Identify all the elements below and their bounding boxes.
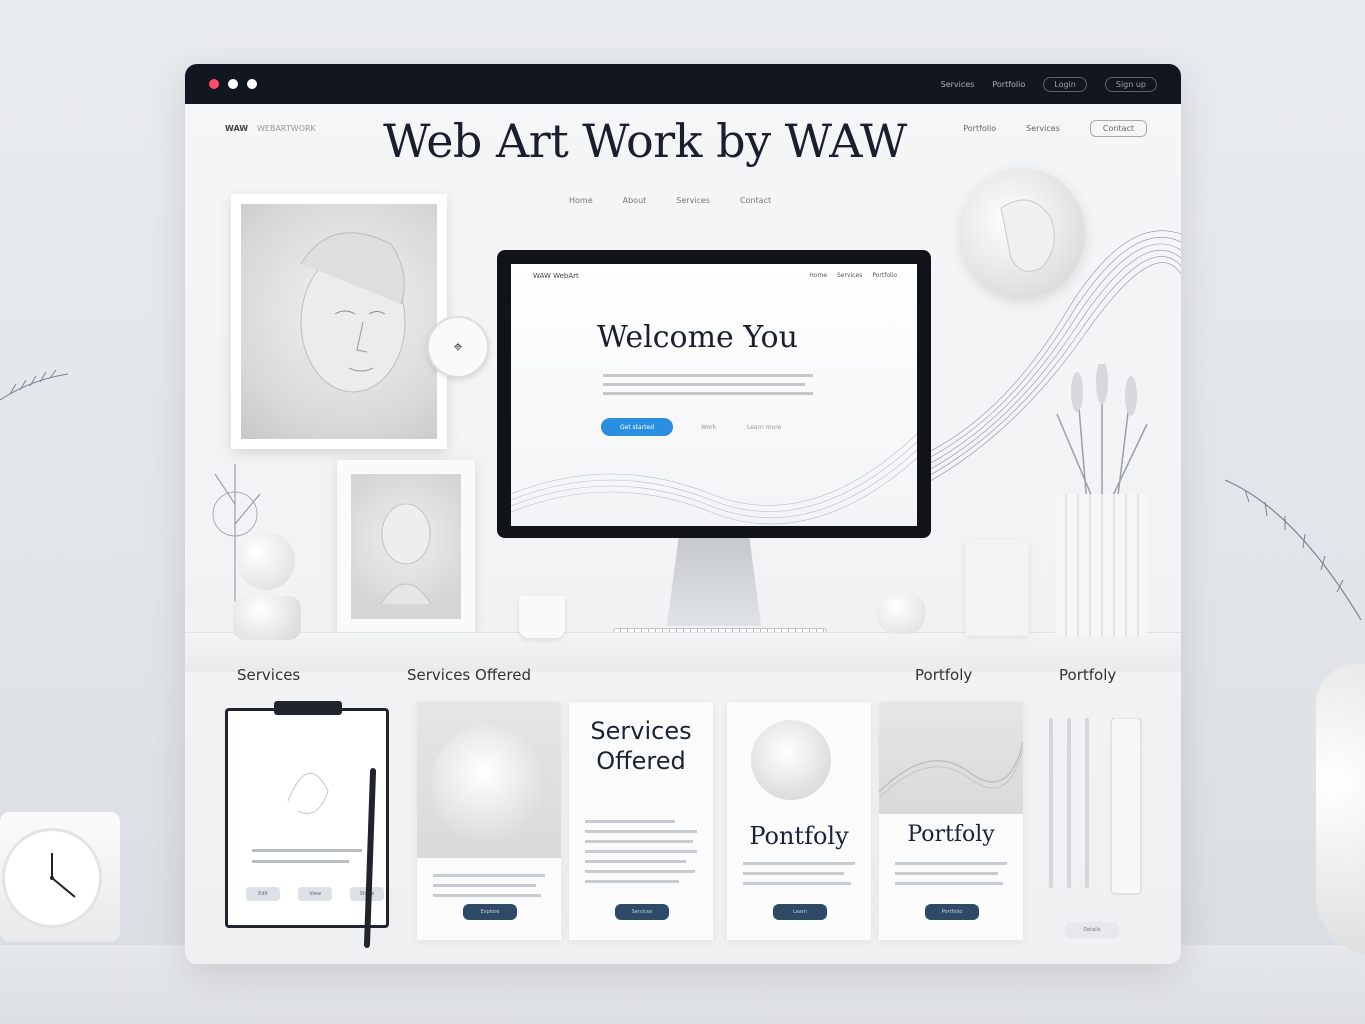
titlebar-link-portfolio[interactable]: Portfolio: [992, 80, 1025, 89]
screen-nav-portfolio[interactable]: Portfolio: [872, 272, 897, 279]
monitor-stand: [666, 538, 762, 626]
header-nav: Portfolio Services Contact: [963, 120, 1147, 137]
site-logo-subtitle: WEBARTWORK: [257, 124, 316, 133]
screen-logo[interactable]: WAW WebArt: [533, 272, 579, 280]
nav-item-portfolio[interactable]: Portfolio: [963, 124, 996, 133]
section-label-portfolio: Portfoly: [915, 666, 973, 684]
card-image: [417, 702, 561, 858]
card-learn-button[interactable]: Learn: [773, 904, 827, 920]
signup-button[interactable]: Sign up: [1104, 76, 1157, 92]
fern-left-icon: [0, 369, 69, 401]
card-services-offered: Services Offered Services: [569, 702, 713, 940]
desk-tools-icon: [1049, 718, 1142, 895]
card-title-portfolio-2: Portfoly: [907, 822, 995, 847]
minimize-dot[interactable]: [228, 79, 238, 89]
card-wave-icon: [878, 741, 1024, 799]
sphere-sculpture: [237, 532, 295, 590]
sculpture-base: [233, 596, 301, 640]
card-sphere: [751, 720, 831, 800]
card-text: [585, 820, 697, 890]
subnav-contact[interactable]: Contact: [740, 196, 771, 205]
details-button[interactable]: Details: [1065, 922, 1119, 938]
card-text: [433, 874, 545, 904]
statue-bust-icon: [380, 503, 432, 605]
speaker-box: [965, 540, 1029, 636]
sketch-icon: [287, 772, 329, 814]
clipboard-text: [252, 849, 362, 871]
card-services-button[interactable]: Services: [615, 904, 669, 920]
section-label-portfolio-2: Portfoly: [1059, 666, 1117, 684]
section-label-services: Services: [237, 666, 301, 684]
section-label-services-offered: Services Offered: [407, 666, 531, 684]
browser-window: Services Portfolio Login Sign up WAW WEB…: [185, 64, 1181, 964]
sculpture-frame-small: [337, 460, 475, 633]
clipboard-clip: [274, 701, 342, 715]
nav-item-services[interactable]: Services: [1026, 124, 1060, 133]
site-logo[interactable]: WAW: [225, 124, 248, 133]
ribbed-vase: [1055, 494, 1147, 636]
desk-shelf: [185, 632, 1181, 672]
zoom-lens-icon[interactable]: ⌖: [427, 316, 489, 378]
titlebar-link-services[interactable]: Services: [941, 80, 975, 89]
card-image: [878, 702, 1024, 814]
welcome-paragraph: [603, 374, 813, 401]
card-sculpture: Explore: [417, 702, 561, 940]
card-explore-button[interactable]: Explore: [463, 904, 517, 920]
fern-right-icon: [1224, 479, 1362, 621]
clock-face: [2, 828, 102, 928]
subnav-services[interactable]: Services: [676, 196, 710, 205]
clipboard-edit-button[interactable]: Edit: [246, 887, 280, 901]
subnav-about[interactable]: About: [623, 196, 647, 205]
screen-wave-decoration: [511, 433, 917, 525]
ceramic-vase: [1316, 664, 1365, 956]
screen-nav-services[interactable]: Services: [837, 272, 862, 279]
subnav-home[interactable]: Home: [569, 196, 593, 205]
screen-nav: Home Services Portfolio: [809, 272, 897, 279]
welcome-heading: Welcome You: [597, 320, 798, 355]
card-portfolio-1: Pontfoly Learn: [727, 702, 871, 940]
close-dot[interactable]: [209, 79, 219, 89]
monitor-screen: WAW WebArt Home Services Portfolio Welco…: [511, 264, 917, 526]
card-text: [743, 862, 855, 892]
pampas-grass-icon: [1056, 364, 1148, 504]
clock-hands-icon: [50, 853, 76, 898]
sculpture-small-image: [351, 474, 461, 619]
ceramic-cup: [877, 594, 925, 634]
clipboard-view-button[interactable]: View: [298, 887, 332, 901]
plant-pot: [519, 596, 565, 638]
card-portfolio-button[interactable]: Portfolio: [925, 904, 979, 920]
card-medallion: [431, 726, 547, 842]
desk-clock: [0, 812, 120, 942]
card-title-services-offered: Services Offered: [590, 717, 692, 775]
page-title: Web Art Work by WAW: [383, 114, 907, 168]
desktop-monitor: WAW WebArt Home Services Portfolio Welco…: [497, 250, 931, 538]
sub-nav: Home About Services Contact: [569, 196, 771, 205]
screen-nav-home[interactable]: Home: [809, 272, 827, 279]
window-titlebar: Services Portfolio Login Sign up: [185, 64, 1181, 104]
contact-button[interactable]: Contact: [1089, 120, 1147, 137]
maximize-dot[interactable]: [247, 79, 257, 89]
card-title-portfolio-1: Pontfoly: [749, 822, 849, 850]
login-button[interactable]: Login: [1043, 76, 1087, 92]
card-portfolio-2: Portfoly Portfolio: [878, 702, 1024, 940]
clipboard-buttons: Edit View Share: [246, 887, 384, 901]
clipboard-card: Edit View Share: [225, 701, 389, 928]
card-text: [895, 862, 1007, 892]
